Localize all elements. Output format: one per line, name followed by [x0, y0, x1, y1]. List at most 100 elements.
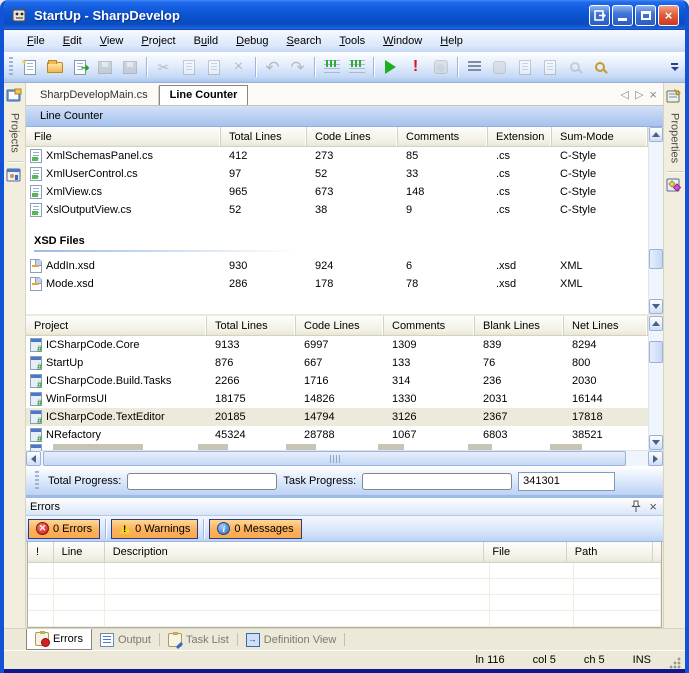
column-header-file[interactable]: File	[26, 127, 221, 146]
close-button[interactable]: ×	[658, 5, 679, 26]
menu-search[interactable]: Search	[278, 33, 331, 49]
breakpoint-button[interactable]: !	[404, 56, 427, 79]
scroll-down-button[interactable]	[649, 299, 663, 314]
column-header-path[interactable]: Path	[567, 542, 653, 562]
warnings-filter-button[interactable]: 0 Warnings	[111, 519, 198, 539]
list-button[interactable]	[463, 56, 486, 79]
toolbar-grip[interactable]	[9, 57, 13, 77]
cut-button[interactable]: ✂	[152, 56, 175, 79]
column-header-extension[interactable]: Extension	[488, 127, 552, 146]
new-file-button[interactable]: ✶	[18, 56, 41, 79]
run-button[interactable]	[379, 56, 402, 79]
prev-bookmark-button[interactable]	[513, 56, 536, 79]
comment-region-button[interactable]	[320, 56, 343, 79]
column-header-comments[interactable]: Comments	[384, 316, 475, 335]
scrollbar-thumb[interactable]	[43, 451, 626, 466]
errors-filter-button[interactable]: ✕ 0 Errors	[28, 519, 100, 539]
stop-button[interactable]	[488, 56, 511, 79]
scroll-right-button[interactable]	[648, 451, 663, 466]
maximize-button[interactable]	[635, 5, 656, 26]
messages-filter-button[interactable]: i 0 Messages	[209, 519, 301, 539]
undo-button[interactable]: ↶	[261, 56, 284, 79]
open-file-button[interactable]	[43, 56, 66, 79]
column-header-blank-lines[interactable]: Blank Lines	[475, 316, 564, 335]
column-header-description[interactable]: Description	[105, 542, 485, 562]
table-row[interactable]: NRefactory 45324 28788 1067 6803 38521	[26, 426, 648, 444]
paste-button[interactable]	[202, 56, 225, 79]
column-header-errfile[interactable]: File	[484, 542, 566, 562]
close-panel-icon[interactable]: ×	[649, 499, 657, 514]
column-header-sum-mode[interactable]: Sum-Mode	[552, 127, 648, 146]
table-row[interactable]: XmlSchemasPanel.cs 412 273 85 .cs C-Styl…	[26, 147, 648, 165]
menu-help[interactable]: Help	[431, 33, 472, 49]
menu-edit[interactable]: Edit	[54, 33, 91, 49]
menu-window[interactable]: Window	[374, 33, 431, 49]
uncomment-region-button[interactable]	[345, 56, 368, 79]
properties-panel-tab[interactable]	[666, 87, 684, 105]
scroll-up-button[interactable]	[649, 127, 663, 142]
table-row[interactable]: Mode.xsd 286 178 78 .xsd XML	[26, 275, 648, 293]
scroll-left-button[interactable]	[26, 451, 41, 466]
table-row[interactable]: ICSharpCode.Core 9133 6997 1309 839 8294	[26, 336, 648, 354]
minimize-button[interactable]	[612, 5, 633, 26]
search-button[interactable]	[588, 56, 611, 79]
tab-errors[interactable]: Errors	[26, 629, 92, 650]
table-row[interactable]: WinFormsUI 18175 14826 1330 2031 16144	[26, 390, 648, 408]
progress-panel-grip[interactable]	[35, 471, 39, 491]
column-header-total-lines[interactable]: Total Lines	[221, 127, 307, 146]
table-row-selected[interactable]: ICSharpCode.TextEditor 20185 14794 3126 …	[26, 408, 648, 426]
files-table-scrollbar[interactable]	[648, 127, 663, 314]
tool-window-tab-2[interactable]	[6, 166, 24, 184]
column-header-line[interactable]: Line	[54, 542, 105, 562]
table-row[interactable]: XmlUserControl.cs 97 52 33 .cs C-Style	[26, 165, 648, 183]
table-row[interactable]: XmlView.cs 965 673 148 .cs C-Style	[26, 183, 648, 201]
zoom-button[interactable]	[563, 56, 586, 79]
table-row[interactable]: AddIn.xsd 930 924 6 .xsd XML	[26, 257, 648, 275]
column-header-comments[interactable]: Comments	[398, 127, 488, 146]
delete-button[interactable]: ×	[227, 56, 250, 79]
save-all-button[interactable]	[118, 56, 141, 79]
line-counter-value-box[interactable]: 341301	[518, 472, 615, 491]
column-header-code-lines[interactable]: Code Lines	[307, 127, 398, 146]
scroll-down-button[interactable]	[649, 435, 663, 450]
projects-panel-tab[interactable]	[6, 87, 24, 105]
menu-tools[interactable]: Tools	[330, 33, 374, 49]
toolbox-panel-tab[interactable]	[666, 176, 684, 194]
pin-icon[interactable]	[631, 500, 641, 513]
copy-button[interactable]	[177, 56, 200, 79]
menu-view[interactable]: View	[91, 33, 133, 49]
tab-definition-view[interactable]: Definition View	[238, 629, 345, 650]
tab-sharpdevelopmain[interactable]: SharpDevelopMain.cs	[30, 86, 159, 105]
column-header-net-lines[interactable]: Net Lines	[564, 316, 648, 335]
resize-grip[interactable]	[669, 657, 681, 669]
table-row[interactable]: XslOutputView.cs 52 38 9 .cs C-Style	[26, 201, 648, 219]
toggle-window-button[interactable]	[589, 5, 610, 26]
column-header-code-lines[interactable]: Code Lines	[296, 316, 384, 335]
close-tab-button[interactable]: ×	[649, 87, 657, 102]
menu-debug[interactable]: Debug	[227, 33, 277, 49]
tab-task-list[interactable]: Task List	[160, 629, 237, 650]
menu-build[interactable]: Build	[185, 33, 227, 49]
prev-tab-button[interactable]: ◁	[620, 88, 628, 101]
next-bookmark-button[interactable]	[538, 56, 561, 79]
menu-file[interactable]: File	[18, 33, 54, 49]
properties-panel-label[interactable]: Properties	[669, 109, 681, 167]
column-header-total-lines[interactable]: Total Lines	[207, 316, 296, 335]
projects-table-scrollbar[interactable]	[648, 316, 663, 450]
scroll-up-button[interactable]	[649, 316, 663, 331]
save-as-button[interactable]: ➔	[68, 56, 91, 79]
save-button[interactable]	[93, 56, 116, 79]
column-header-severity[interactable]: !	[28, 542, 54, 562]
tab-output[interactable]: Output	[92, 629, 159, 650]
menu-project[interactable]: Project	[132, 33, 184, 49]
scrollbar-thumb[interactable]	[649, 249, 663, 269]
record-button[interactable]: ◎	[429, 56, 452, 79]
redo-button[interactable]: ↷	[286, 56, 309, 79]
column-header-project[interactable]: Project	[26, 316, 207, 335]
projects-panel-label[interactable]: Projects	[9, 109, 21, 157]
tab-line-counter[interactable]: Line Counter	[159, 85, 249, 105]
table-row[interactable]: ICSharpCode.Build.Tasks 2266 1716 314 23…	[26, 372, 648, 390]
scrollbar-thumb[interactable]	[649, 341, 663, 363]
projects-table-hscrollbar[interactable]	[26, 450, 663, 466]
toolbar-overflow-button[interactable]	[668, 56, 681, 79]
